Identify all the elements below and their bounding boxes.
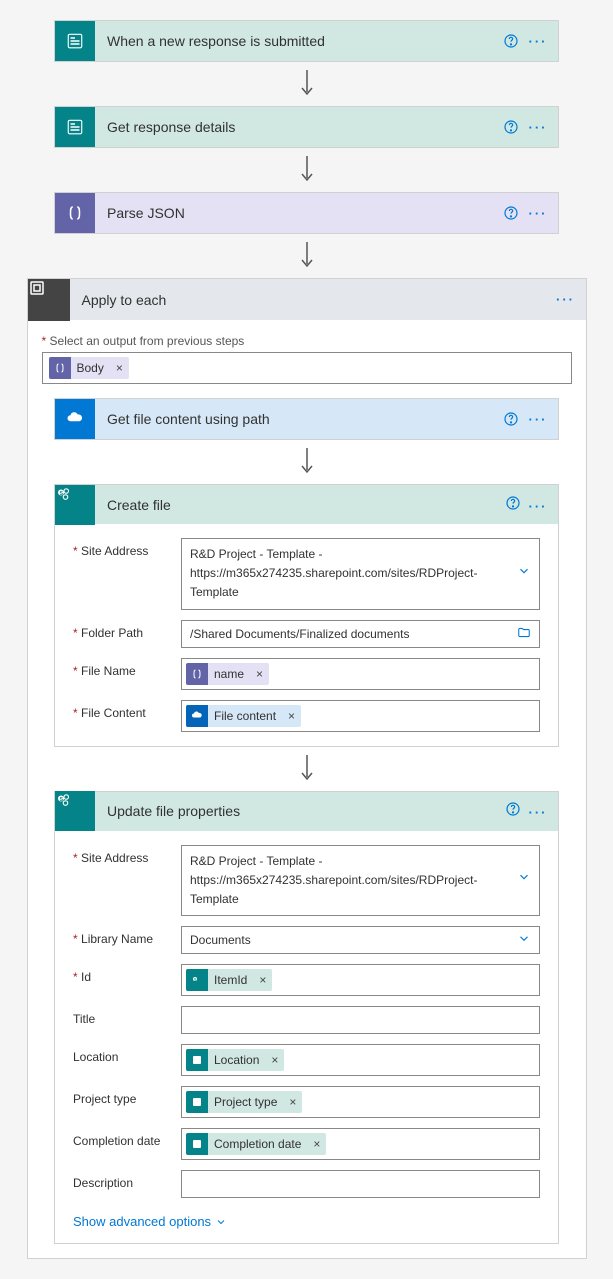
title-label: Title (73, 1006, 173, 1026)
project-type-token[interactable]: Project type × (186, 1091, 302, 1113)
connector-arrow (0, 234, 613, 278)
library-name-label: * Library Name (73, 926, 173, 946)
help-icon[interactable] (504, 494, 522, 512)
file-name-label: * File Name (73, 658, 173, 678)
connector-arrow (0, 148, 613, 192)
get-file-content-title: Get file content using path (107, 411, 502, 427)
help-icon[interactable] (502, 32, 520, 50)
sharepoint-icon: S (55, 485, 95, 525)
description-input[interactable] (181, 1170, 540, 1198)
remove-token-icon[interactable]: × (282, 709, 301, 723)
library-name-input[interactable]: Documents (181, 926, 540, 954)
connector-arrow (42, 440, 572, 484)
more-icon[interactable]: ··· (554, 291, 578, 309)
help-icon[interactable] (502, 410, 520, 428)
create-file-header[interactable]: S Create file ··· (54, 484, 559, 524)
site-address-label: * Site Address (73, 538, 173, 558)
help-icon[interactable] (502, 118, 520, 136)
update-file-props-title: Update file properties (95, 803, 504, 819)
completion-date-token[interactable]: Completion date × (186, 1133, 326, 1155)
more-icon[interactable]: ··· (526, 410, 550, 428)
connector-arrow (0, 62, 613, 106)
chevron-down-icon (215, 1216, 227, 1228)
site-address-label: * Site Address (73, 845, 173, 865)
connector-arrow (42, 747, 572, 791)
parse-json-title: Parse JSON (107, 205, 502, 221)
remove-token-icon[interactable]: × (253, 973, 272, 987)
sharepoint-icon: S (55, 791, 95, 831)
parse-json-card[interactable]: Parse JSON ··· (54, 192, 559, 234)
chevron-down-icon[interactable] (517, 870, 531, 890)
body-token[interactable]: Body × (49, 357, 129, 379)
apply-to-each-title: Apply to each (70, 292, 554, 308)
show-advanced-options[interactable]: Show advanced options (73, 1214, 227, 1229)
file-content-token[interactable]: File content × (186, 705, 301, 727)
update-file-props-header[interactable]: S Update file properties ··· (54, 791, 559, 831)
forms-icon (55, 21, 95, 61)
trigger-title: When a new response is submitted (107, 33, 502, 49)
site-address-input[interactable]: R&D Project - Template - https://m365x27… (181, 845, 540, 917)
chevron-down-icon[interactable] (517, 932, 531, 949)
svg-text:S: S (60, 797, 64, 803)
json-icon (55, 193, 95, 233)
completion-date-label: Completion date (73, 1128, 173, 1148)
get-response-title: Get response details (107, 119, 502, 135)
description-label: Description (73, 1170, 173, 1190)
get-response-card[interactable]: Get response details ··· (54, 106, 559, 148)
create-file-title: Create file (95, 497, 504, 513)
apply-to-each-header[interactable]: Apply to each ··· (27, 278, 587, 320)
trigger-card[interactable]: When a new response is submitted ··· (54, 20, 559, 62)
help-icon[interactable] (504, 800, 522, 818)
id-label: * Id (73, 964, 173, 984)
more-icon[interactable]: ··· (526, 804, 550, 822)
location-input[interactable]: Location × (181, 1044, 540, 1076)
update-file-props-card: S Update file properties ··· * Site Addr… (54, 791, 559, 1245)
remove-token-icon[interactable]: × (307, 1137, 326, 1151)
forms-icon (55, 107, 95, 147)
folder-path-input[interactable]: /Shared Documents/Finalized documents (181, 620, 540, 648)
file-content-label: * File Content (73, 700, 173, 720)
onedrive-icon (55, 399, 95, 439)
file-name-input[interactable]: name × (181, 658, 540, 690)
folder-path-label: * Folder Path (73, 620, 173, 640)
remove-token-icon[interactable]: × (265, 1053, 284, 1067)
get-file-content-card[interactable]: Get file content using path ··· (54, 398, 559, 440)
project-type-label: Project type (73, 1086, 173, 1106)
name-token[interactable]: name × (186, 663, 269, 685)
location-label: Location (73, 1044, 173, 1064)
completion-date-input[interactable]: Completion date × (181, 1128, 540, 1160)
more-icon[interactable]: ··· (526, 118, 550, 136)
site-address-input[interactable]: R&D Project - Template - https://m365x27… (181, 538, 540, 610)
svg-text:S: S (60, 490, 64, 496)
chevron-down-icon[interactable] (517, 564, 531, 584)
select-output-label: * Select an output from previous steps (42, 334, 572, 348)
create-file-card: S Create file ··· * Site Address R&D Pro… (54, 484, 559, 747)
id-input[interactable]: S ItemId × (181, 964, 540, 996)
loop-icon (28, 279, 70, 321)
more-icon[interactable]: ··· (526, 497, 550, 515)
remove-token-icon[interactable]: × (283, 1095, 302, 1109)
remove-token-icon[interactable]: × (110, 361, 129, 375)
select-output-input[interactable]: Body × (42, 352, 572, 384)
file-content-input[interactable]: File content × (181, 700, 540, 732)
more-icon[interactable]: ··· (526, 32, 550, 50)
help-icon[interactable] (502, 204, 520, 222)
remove-token-icon[interactable]: × (250, 667, 269, 681)
project-type-input[interactable]: Project type × (181, 1086, 540, 1118)
location-token[interactable]: Location × (186, 1049, 284, 1071)
title-input[interactable] (181, 1006, 540, 1034)
more-icon[interactable]: ··· (526, 204, 550, 222)
itemid-token[interactable]: S ItemId × (186, 969, 272, 991)
folder-picker-icon[interactable] (517, 625, 531, 642)
